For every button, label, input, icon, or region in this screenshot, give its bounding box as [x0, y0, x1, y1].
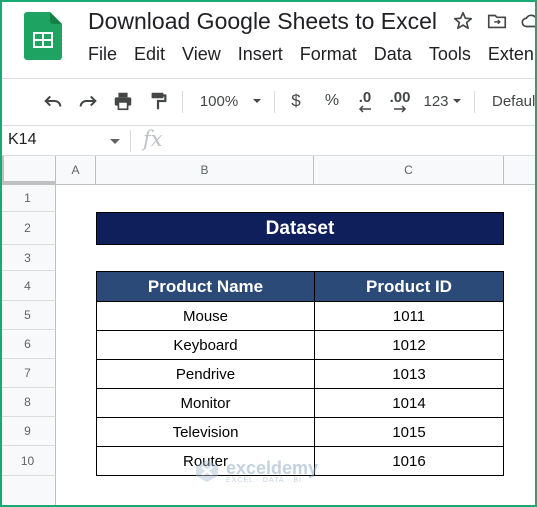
name-box-dropdown-icon[interactable] [110, 139, 120, 144]
table-cell[interactable]: 1015 [314, 418, 504, 447]
row-header-8[interactable]: 8 [0, 388, 56, 417]
increase-decimal-label: .00 [389, 88, 411, 106]
watermark: exceldemy EXCEL · DATA · BI [194, 458, 318, 484]
row-header-9[interactable]: 9 [0, 417, 56, 446]
table-cell[interactable]: Television [96, 418, 315, 447]
table-cell[interactable]: Pendrive [96, 360, 315, 389]
column-header-d[interactable] [504, 156, 537, 185]
row-header-10[interactable]: 10 [0, 446, 56, 476]
header-cell-product-id[interactable]: Product ID [314, 271, 504, 302]
header-cell-product-name[interactable]: Product Name [96, 271, 315, 302]
watermark-tagline: EXCEL · DATA · BI [226, 476, 302, 484]
google-sheets-logo-icon[interactable] [24, 12, 62, 60]
row-header-1[interactable]: 1 [0, 185, 56, 212]
column-header-a[interactable]: A [56, 156, 96, 185]
menu-format[interactable]: Format [300, 44, 357, 65]
row-header-6[interactable]: 6 [0, 330, 56, 359]
table-cell[interactable]: Monitor [96, 389, 315, 418]
row-header-3[interactable]: 3 [0, 245, 56, 271]
menu-insert[interactable]: Insert [238, 44, 283, 65]
menu-extensions[interactable]: Exten [488, 44, 534, 65]
formula-input[interactable] [180, 129, 530, 153]
arrow-left-icon [358, 104, 371, 113]
number-format-dropdown-icon[interactable] [450, 89, 464, 113]
table-cell[interactable]: Keyboard [96, 331, 315, 360]
formula-bar-divider [130, 130, 131, 152]
toolbar: 100% $ % .0 .00 123 Defaul [0, 78, 537, 124]
formula-bar: K14 fx [0, 125, 537, 156]
column-header-c[interactable]: C [314, 156, 504, 185]
increase-decimal-button[interactable]: .00 [386, 89, 414, 113]
star-icon[interactable] [452, 10, 474, 32]
row-header-5[interactable]: 5 [0, 301, 56, 330]
decrease-decimal-button[interactable]: .0 [354, 89, 376, 113]
table-cell[interactable]: 1014 [314, 389, 504, 418]
toolbar-divider [274, 91, 275, 113]
row-header-2[interactable]: 2 [0, 212, 56, 245]
table-cell[interactable]: 1011 [314, 302, 504, 331]
row-header-7[interactable]: 7 [0, 359, 56, 388]
font-family-select[interactable]: Defaul [492, 89, 537, 113]
menu-bar: File Edit View Insert Format Data Tools … [88, 44, 537, 65]
menu-file[interactable]: File [88, 44, 117, 65]
row-header-4[interactable]: 4 [0, 271, 56, 301]
number-format-select[interactable]: 123 [422, 89, 450, 113]
table-cell[interactable]: 1013 [314, 360, 504, 389]
table-cell[interactable]: 1012 [314, 331, 504, 360]
toolbar-divider [474, 91, 475, 113]
table-cell[interactable]: Mouse [96, 302, 315, 331]
menu-edit[interactable]: Edit [134, 44, 165, 65]
redo-icon[interactable] [75, 89, 101, 113]
column-header-b[interactable]: B [96, 156, 314, 185]
menu-view[interactable]: View [182, 44, 221, 65]
toolbar-divider [182, 91, 183, 113]
name-box[interactable]: K14 [8, 131, 36, 149]
print-icon[interactable] [110, 89, 136, 113]
percent-format-button[interactable]: % [322, 89, 342, 113]
watermark-name: exceldemy [226, 457, 319, 478]
menu-tools[interactable]: Tools [429, 44, 471, 65]
undo-icon[interactable] [40, 89, 66, 113]
decrease-decimal-label: .0 [358, 88, 372, 106]
cloud-status-icon[interactable] [520, 10, 537, 32]
table-cell[interactable]: 1016 [314, 447, 504, 476]
row-header-11[interactable] [0, 476, 56, 507]
document-title[interactable]: Download Google Sheets to Excel [88, 8, 437, 35]
zoom-dropdown-icon[interactable] [250, 89, 264, 113]
function-icon: fx [143, 127, 163, 151]
arrow-right-icon [394, 104, 407, 113]
menu-data[interactable]: Data [374, 44, 412, 65]
paint-format-icon[interactable] [145, 89, 171, 113]
dataset-title-cell[interactable]: Dataset [96, 212, 504, 245]
move-to-folder-icon[interactable] [486, 10, 508, 32]
exceldemy-logo-icon [196, 460, 218, 482]
currency-format-button[interactable]: $ [287, 89, 305, 113]
zoom-select[interactable]: 100% [198, 89, 240, 113]
